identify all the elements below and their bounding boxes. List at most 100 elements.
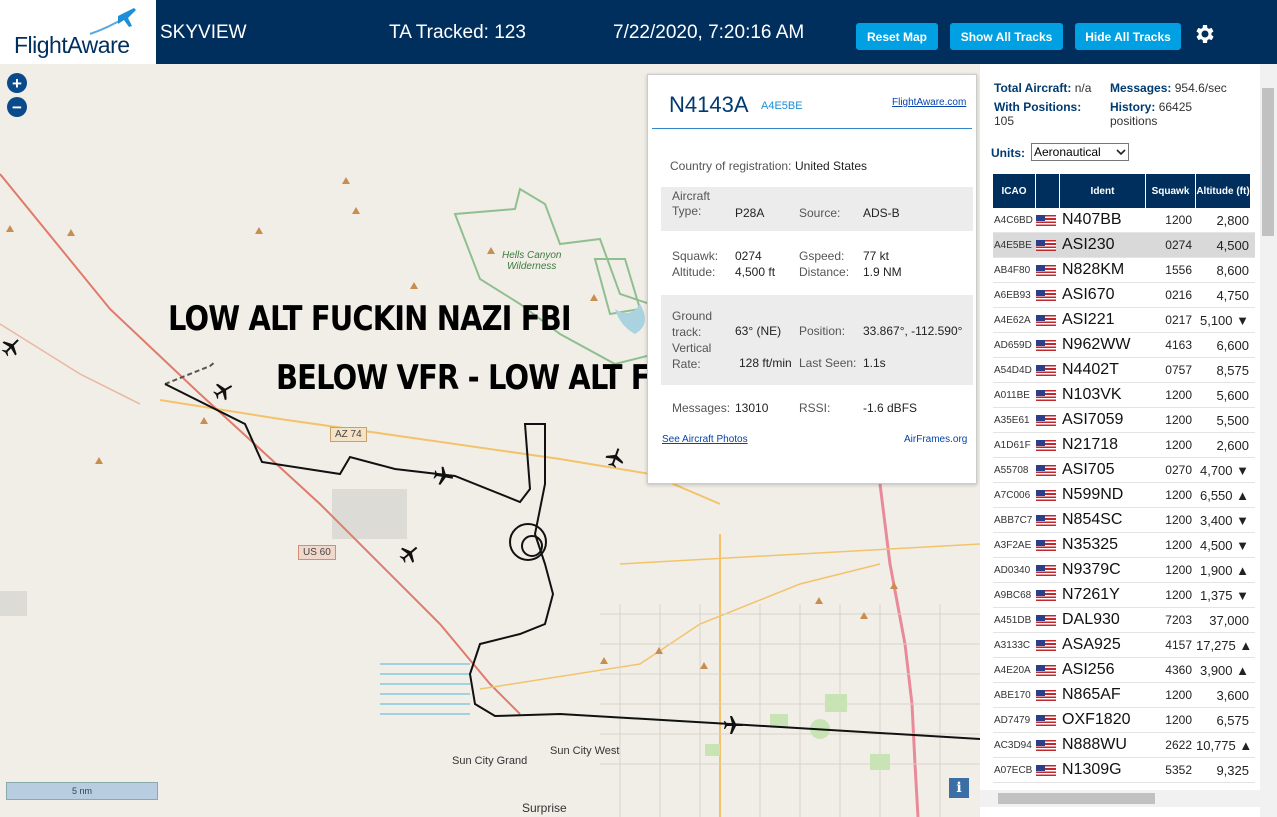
row-squawk: 1200 xyxy=(1165,688,1192,702)
units-select[interactable]: Aeronautical xyxy=(1031,143,1129,161)
rssi-value: -1.6 dBFS xyxy=(863,401,918,415)
map-scale: 5 nm xyxy=(6,782,158,800)
row-icao: AD0340 xyxy=(994,564,1031,576)
row-icao: ABE170 xyxy=(994,689,1031,701)
messages-value: 13010 xyxy=(735,401,769,415)
sidebar-horizontal-scrollbar[interactable] xyxy=(980,790,1260,807)
vertical-rate-value: 128 ft/min xyxy=(739,356,792,370)
col-icao[interactable]: ICAO xyxy=(993,174,1036,208)
row-icao: A4C6BD xyxy=(994,214,1033,226)
table-row[interactable]: A9BC68 N7261Y 1200 1,375 ▼ xyxy=(993,583,1255,608)
flightaware-link[interactable]: FlightAware.com xyxy=(892,97,966,108)
distance-label: Distance: xyxy=(799,265,850,279)
gear-icon[interactable] xyxy=(1192,22,1216,46)
table-row[interactable]: ABE170 N865AF 1200 3,600 xyxy=(993,683,1255,708)
table-row[interactable]: A4C6BD N407BB 1200 2,800 xyxy=(993,208,1255,233)
table-row[interactable]: A55708 ASI705 0270 4,700 ▼ xyxy=(993,458,1255,483)
sidebar-vertical-scrollbar[interactable] xyxy=(1260,64,1277,817)
flag-cell xyxy=(1036,689,1060,701)
aircraft-table-body: A4C6BD N407BB 1200 2,800 A4E5BE ASI230 0274 4,5… xyxy=(993,208,1255,783)
zoom-out-button[interactable]: − xyxy=(7,97,27,117)
row-ident: N9379C xyxy=(1062,561,1121,578)
aircraft-icon[interactable] xyxy=(398,543,420,565)
row-squawk: 0757 xyxy=(1165,363,1192,377)
tracked-count: TA Tracked: 123 xyxy=(389,22,526,43)
row-altitude: 5,600 xyxy=(1216,387,1249,403)
aircraft-type-label: Aircraft Type: xyxy=(672,189,711,218)
table-row[interactable]: AC3D94 N888WU 2622 10,775 ▲ xyxy=(993,733,1255,758)
airframes-link[interactable]: AirFrames.org xyxy=(904,434,967,445)
table-row[interactable]: AD7479 OXF1820 1200 6,575 xyxy=(993,708,1255,733)
col-squawk[interactable]: Squawk xyxy=(1146,174,1196,208)
table-row[interactable]: A011BE N103VK 1200 5,600 xyxy=(993,383,1255,408)
country-label: Country of registration: xyxy=(670,159,792,173)
flightaware-logo[interactable]: FlightAware xyxy=(0,0,156,64)
map-info-button[interactable]: i xyxy=(949,778,969,798)
flag-cell xyxy=(1036,739,1060,751)
row-icao: A4E62A xyxy=(994,314,1031,326)
flag-cell xyxy=(1036,414,1060,426)
table-row[interactable]: AB4F80 N828KM 1556 8,600 xyxy=(993,258,1255,283)
col-ident[interactable]: Ident xyxy=(1060,174,1146,208)
row-squawk: 7203 xyxy=(1165,613,1192,627)
table-row[interactable]: A3F2AE N35325 1200 4,500 ▼ xyxy=(993,533,1255,558)
us-flag-icon xyxy=(1036,439,1056,451)
row-altitude: 8,600 xyxy=(1216,262,1249,278)
show-all-tracks-button[interactable]: Show All Tracks xyxy=(950,23,1063,50)
table-row[interactable]: A451DB DAL930 7203 37,000 xyxy=(993,608,1255,633)
row-squawk: 1200 xyxy=(1165,438,1192,452)
chevron-down-icon xyxy=(1116,149,1126,156)
table-row[interactable]: A7C006 N599ND 1200 6,550 ▲ xyxy=(993,483,1255,508)
table-row[interactable]: A4E5BE ASI230 0274 4,500 xyxy=(993,233,1255,258)
table-row[interactable]: A4E20A ASI256 4360 3,900 ▲ xyxy=(993,658,1255,683)
table-row[interactable]: A3133C ASA925 4157 17,275 ▲ xyxy=(993,633,1255,658)
zoom-in-button[interactable]: + xyxy=(7,73,27,93)
units-label: Units: xyxy=(991,146,1025,160)
us-flag-icon xyxy=(1036,589,1056,601)
table-row[interactable]: A54D4D N4402T 0757 8,575 xyxy=(993,358,1255,383)
with-positions-label: With Positions: xyxy=(994,100,1082,114)
position-value: 33.867°, -112.590° xyxy=(863,324,963,338)
table-row[interactable]: A4E62A ASI221 0217 5,100 ▼ xyxy=(993,308,1255,333)
table-row[interactable]: AD0340 N9379C 1200 1,900 ▲ xyxy=(993,558,1255,583)
table-row[interactable]: A07ECB N1309G 5352 9,325 xyxy=(993,758,1255,783)
row-icao: AD659D xyxy=(994,339,1032,351)
aircraft-icon[interactable] xyxy=(604,447,626,469)
aircraft-icon[interactable] xyxy=(722,714,744,736)
col-altitude[interactable]: Altitude (ft) xyxy=(1196,174,1251,208)
table-row[interactable]: ABB7C7 N854SC 1200 3,400 ▼ xyxy=(993,508,1255,533)
aircraft-icon[interactable] xyxy=(0,336,22,358)
units-selected-value: Aeronautical xyxy=(1034,145,1101,159)
row-squawk: 4163 xyxy=(1165,338,1192,352)
scrollbar-thumb[interactable] xyxy=(998,793,1155,804)
row-icao: A35E61 xyxy=(994,414,1030,426)
row-squawk: 5352 xyxy=(1165,763,1192,777)
table-row[interactable]: AD659D N962WW 4163 6,600 xyxy=(993,333,1255,358)
table-row[interactable]: A1D61F N21718 1200 2,600 xyxy=(993,433,1255,458)
row-icao: A7C006 xyxy=(994,489,1031,501)
us-flag-icon xyxy=(1036,314,1056,326)
hide-all-tracks-button[interactable]: Hide All Tracks xyxy=(1075,23,1181,50)
map-label-az74: AZ 74 xyxy=(330,427,367,442)
table-row[interactable]: A35E61 ASI7059 1200 5,500 xyxy=(993,408,1255,433)
flag-cell xyxy=(1036,264,1060,276)
aircraft-icon-selected[interactable] xyxy=(432,465,454,487)
popup-divider xyxy=(652,128,972,129)
row-ident: N4402T xyxy=(1062,361,1119,378)
col-flag[interactable] xyxy=(1036,174,1060,208)
row-altitude: 3,600 xyxy=(1216,687,1249,703)
us-flag-icon xyxy=(1036,614,1056,626)
messages-rate-label: Messages: xyxy=(1110,81,1172,95)
row-altitude: 4,750 xyxy=(1216,287,1249,303)
table-row[interactable]: A6EB93 ASI670 0216 4,750 xyxy=(993,283,1255,308)
scrollbar-thumb[interactable] xyxy=(1262,88,1274,236)
us-flag-icon xyxy=(1036,764,1056,776)
aircraft-photos-link[interactable]: See Aircraft Photos xyxy=(662,434,748,445)
reset-map-button[interactable]: Reset Map xyxy=(856,23,938,50)
row-ident: ASI221 xyxy=(1062,311,1115,328)
row-icao: A4E5BE xyxy=(994,239,1032,251)
row-ident: N888WU xyxy=(1062,736,1127,753)
us-flag-icon xyxy=(1036,739,1056,751)
row-squawk: 4157 xyxy=(1165,638,1192,652)
aircraft-icon[interactable] xyxy=(212,380,234,402)
